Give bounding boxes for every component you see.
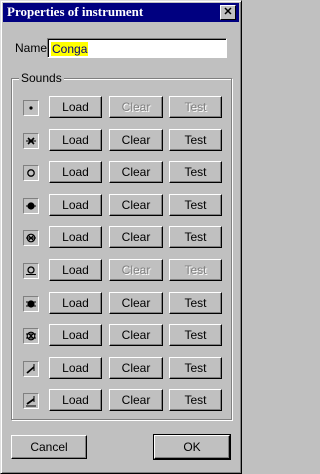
load-button[interactable]: Load [49,226,102,249]
test-button[interactable]: Test [169,389,222,412]
test-button[interactable]: Test [169,356,222,379]
filled-circle-note-icon [23,197,39,214]
filled-circle-ledger-note-icon [23,295,39,312]
close-icon: ✕ [223,6,233,18]
sound-row: Load Clear Test [1,96,243,118]
sound-row: Load Clear Test [1,389,243,412]
test-button[interactable]: Test [169,324,222,347]
name-label: Name [15,41,48,55]
boxed-x-ledger-note-icon [23,328,39,345]
test-button[interactable]: Test [169,128,222,151]
dot-note-icon [23,100,39,116]
load-button[interactable]: Load [49,259,102,281]
title-bar[interactable]: Properties of instrument ✕ [3,3,239,22]
clear-button[interactable]: Clear [109,226,163,249]
load-button[interactable]: Load [49,389,102,412]
sounds-group-label: Sounds [19,71,64,85]
ok-button[interactable]: OK [153,434,231,460]
load-button[interactable]: Load [49,356,102,379]
test-button[interactable]: Test [169,226,222,249]
test-button[interactable]: Test [169,291,222,314]
name-value: Conga [51,42,89,56]
load-button[interactable]: Load [49,96,102,118]
clear-button[interactable]: Clear [109,128,163,151]
window-title: Properties of instrument [7,4,144,19]
sound-row: Load Clear Test [1,356,243,379]
close-button[interactable]: ✕ [220,5,236,20]
slash-note-icon [23,360,39,377]
cancel-button[interactable]: Cancel [11,435,87,459]
open-circle-note-icon [23,165,39,182]
load-button[interactable]: Load [49,291,102,314]
sound-row: Load Clear Test [1,324,243,347]
load-button[interactable]: Load [49,324,102,347]
x-note-icon [23,132,39,149]
load-button[interactable]: Load [49,161,102,184]
sound-row: Load Clear Test [1,161,243,184]
name-field[interactable]: Conga [47,38,227,58]
test-button: Test [169,259,222,281]
clear-button: Clear [109,96,163,118]
test-button[interactable]: Test [169,193,222,216]
sound-row: Load Clear Test [1,226,243,249]
test-button[interactable]: Test [169,161,222,184]
clear-button[interactable]: Clear [109,291,163,314]
clear-button[interactable]: Clear [109,389,163,412]
clear-button[interactable]: Clear [109,161,163,184]
sound-row: Load Clear Test [1,193,243,216]
slash-ledger-note-icon [23,393,39,410]
instrument-properties-dialog: Properties of instrument ✕ Name Conga So… [0,0,242,474]
clear-button[interactable]: Clear [109,324,163,347]
test-button: Test [169,96,222,118]
load-button[interactable]: Load [49,193,102,216]
sound-row: Load Clear Test [1,291,243,314]
load-button[interactable]: Load [49,128,102,151]
underlined-circle-note-icon [23,263,39,279]
clear-button[interactable]: Clear [109,356,163,379]
sound-row: Load Clear Test [1,128,243,151]
clear-button: Clear [109,259,163,281]
sound-row: Load Clear Test [1,259,243,281]
boxed-x-note-icon [23,230,39,247]
clear-button[interactable]: Clear [109,193,163,216]
